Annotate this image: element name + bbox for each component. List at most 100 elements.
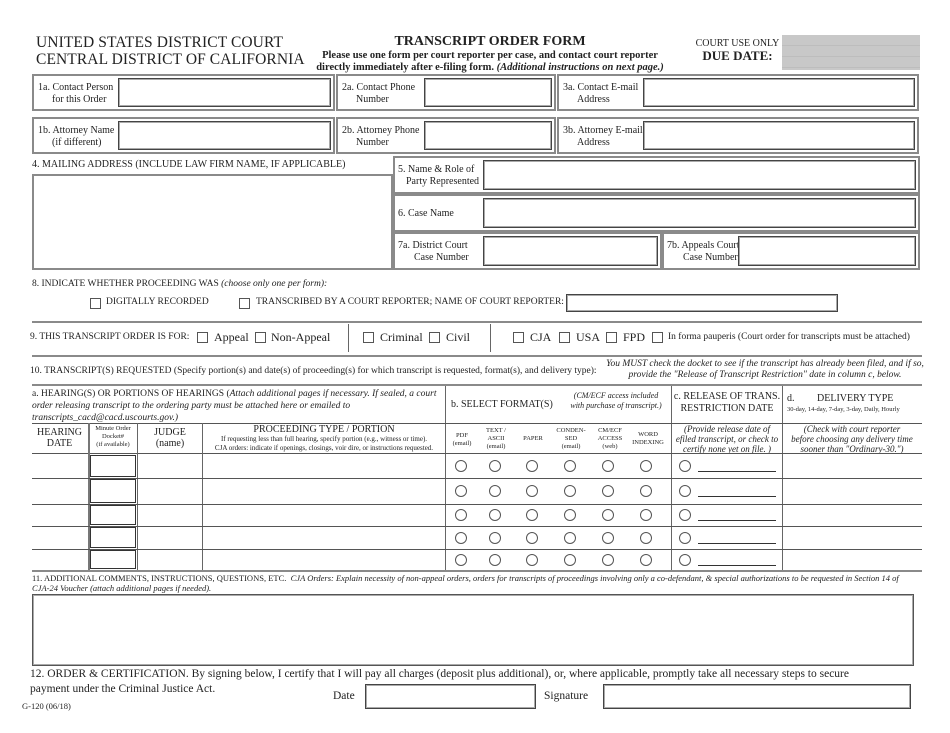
format-word-indexing-radio[interactable] [640, 485, 652, 497]
attorney-phone-input[interactable] [424, 121, 552, 150]
format-cmecf-access-radio[interactable] [602, 554, 614, 566]
in-forma-pauperis-checkbox[interactable] [652, 332, 663, 343]
format-text-ascii-radio[interactable] [489, 532, 501, 544]
court-reporter-checkbox[interactable] [239, 298, 250, 309]
release-none-radio[interactable] [679, 554, 691, 566]
format-word-indexing-radio[interactable] [640, 460, 652, 472]
format-pdf-radio[interactable] [455, 532, 467, 544]
signature-input[interactable] [603, 684, 911, 709]
format-pdf-radio[interactable] [455, 554, 467, 566]
format-paper-radio[interactable] [526, 554, 538, 566]
judge-cell[interactable] [138, 478, 202, 504]
due-date-field[interactable] [782, 35, 920, 70]
format-text-ascii-radio[interactable] [489, 460, 501, 472]
format-condensed-radio[interactable] [564, 460, 576, 472]
minute-order-cell[interactable] [90, 550, 136, 569]
judge-cell[interactable] [138, 504, 202, 526]
hearing-date-cell[interactable] [32, 454, 88, 478]
district-case-number-input[interactable] [483, 236, 658, 266]
contact-phone-input[interactable] [424, 78, 552, 107]
format-cmecf-access-radio[interactable] [602, 509, 614, 521]
additional-comments-input[interactable] [32, 594, 914, 666]
proceeding-cell[interactable] [203, 478, 445, 504]
format-cmecf-access-radio[interactable] [602, 460, 614, 472]
format-word-indexing-radio[interactable] [640, 554, 652, 566]
digitally-recorded-checkbox[interactable] [90, 298, 101, 309]
th-line: CONDEN- [556, 427, 586, 434]
delivery-type-cell[interactable] [783, 478, 921, 504]
cja-checkbox[interactable] [513, 332, 524, 343]
release-none-radio[interactable] [679, 460, 691, 472]
minute-order-cell[interactable] [90, 527, 136, 548]
appeal-checkbox[interactable] [197, 332, 208, 343]
label-line: Case Number [414, 252, 469, 263]
format-paper-radio[interactable] [526, 509, 538, 521]
case-name-input[interactable] [483, 198, 916, 228]
format-text-ascii-radio[interactable] [489, 554, 501, 566]
release-date-line[interactable] [698, 565, 776, 566]
th-line: CJA orders: indicate if openings, closin… [214, 444, 434, 452]
party-represented-input[interactable] [483, 160, 916, 190]
non-appeal-checkbox[interactable] [255, 332, 266, 343]
format-pdf-radio[interactable] [455, 509, 467, 521]
hearing-date-cell[interactable] [32, 526, 88, 549]
proceeding-cell[interactable] [203, 504, 445, 526]
contact-person-input[interactable] [118, 78, 331, 107]
contact-email-input[interactable] [643, 78, 915, 107]
court-reporter-name-input[interactable] [566, 294, 838, 312]
release-date-line[interactable] [698, 496, 776, 497]
fpd-label: FPD [623, 330, 646, 344]
date-input[interactable] [365, 684, 536, 709]
format-pdf-radio[interactable] [455, 460, 467, 472]
attorney-email-input[interactable] [643, 121, 915, 150]
usa-checkbox[interactable] [559, 332, 570, 343]
format-cmecf-access-radio[interactable] [602, 532, 614, 544]
minute-order-cell[interactable] [90, 505, 136, 525]
certification-text-2: payment under the Criminal Justice Act. [30, 683, 216, 695]
format-word-indexing-radio[interactable] [640, 509, 652, 521]
fpd-checkbox[interactable] [606, 332, 617, 343]
format-paper-radio[interactable] [526, 485, 538, 497]
proceeding-cell[interactable] [203, 526, 445, 549]
judge-cell[interactable] [138, 549, 202, 570]
judge-cell[interactable] [138, 454, 202, 478]
format-pdf-radio[interactable] [455, 485, 467, 497]
hearing-date-cell[interactable] [32, 504, 88, 526]
release-date-line[interactable] [698, 543, 776, 544]
release-date-line[interactable] [698, 520, 776, 521]
delivery-type-cell[interactable] [783, 526, 921, 549]
minute-order-cell[interactable] [90, 455, 136, 477]
format-cmecf-access-radio[interactable] [602, 485, 614, 497]
format-condensed-radio[interactable] [564, 532, 576, 544]
th-line: (web) [602, 443, 618, 450]
delivery-type-cell[interactable] [783, 454, 921, 478]
hearing-date-cell[interactable] [32, 478, 88, 504]
appeals-case-number-input[interactable] [738, 236, 916, 266]
civil-checkbox[interactable] [429, 332, 440, 343]
format-paper-radio[interactable] [526, 532, 538, 544]
format-text-ascii-radio[interactable] [489, 509, 501, 521]
minute-order-cell[interactable] [90, 479, 136, 503]
mailing-address-input[interactable] [32, 174, 393, 270]
proceeding-cell[interactable] [203, 454, 445, 478]
release-none-radio[interactable] [679, 485, 691, 497]
release-none-radio[interactable] [679, 509, 691, 521]
th-line: TEXT / [486, 427, 506, 434]
delivery-type-cell[interactable] [783, 504, 921, 526]
hearing-date-cell[interactable] [32, 549, 88, 570]
form-title: TRANSCRIPT ORDER FORM [394, 34, 586, 49]
format-text-ascii-radio[interactable] [489, 485, 501, 497]
format-condensed-radio[interactable] [564, 485, 576, 497]
release-none-radio[interactable] [679, 532, 691, 544]
format-word-indexing-radio[interactable] [640, 532, 652, 544]
format-condensed-radio[interactable] [564, 509, 576, 521]
title-line: c. RELEASE OF TRANS. [673, 391, 781, 402]
attorney-name-input[interactable] [118, 121, 331, 150]
release-date-line[interactable] [698, 471, 776, 472]
criminal-checkbox[interactable] [363, 332, 374, 343]
proceeding-cell[interactable] [203, 549, 445, 570]
format-paper-radio[interactable] [526, 460, 538, 472]
format-condensed-radio[interactable] [564, 554, 576, 566]
delivery-type-cell[interactable] [783, 549, 921, 570]
judge-cell[interactable] [138, 526, 202, 549]
